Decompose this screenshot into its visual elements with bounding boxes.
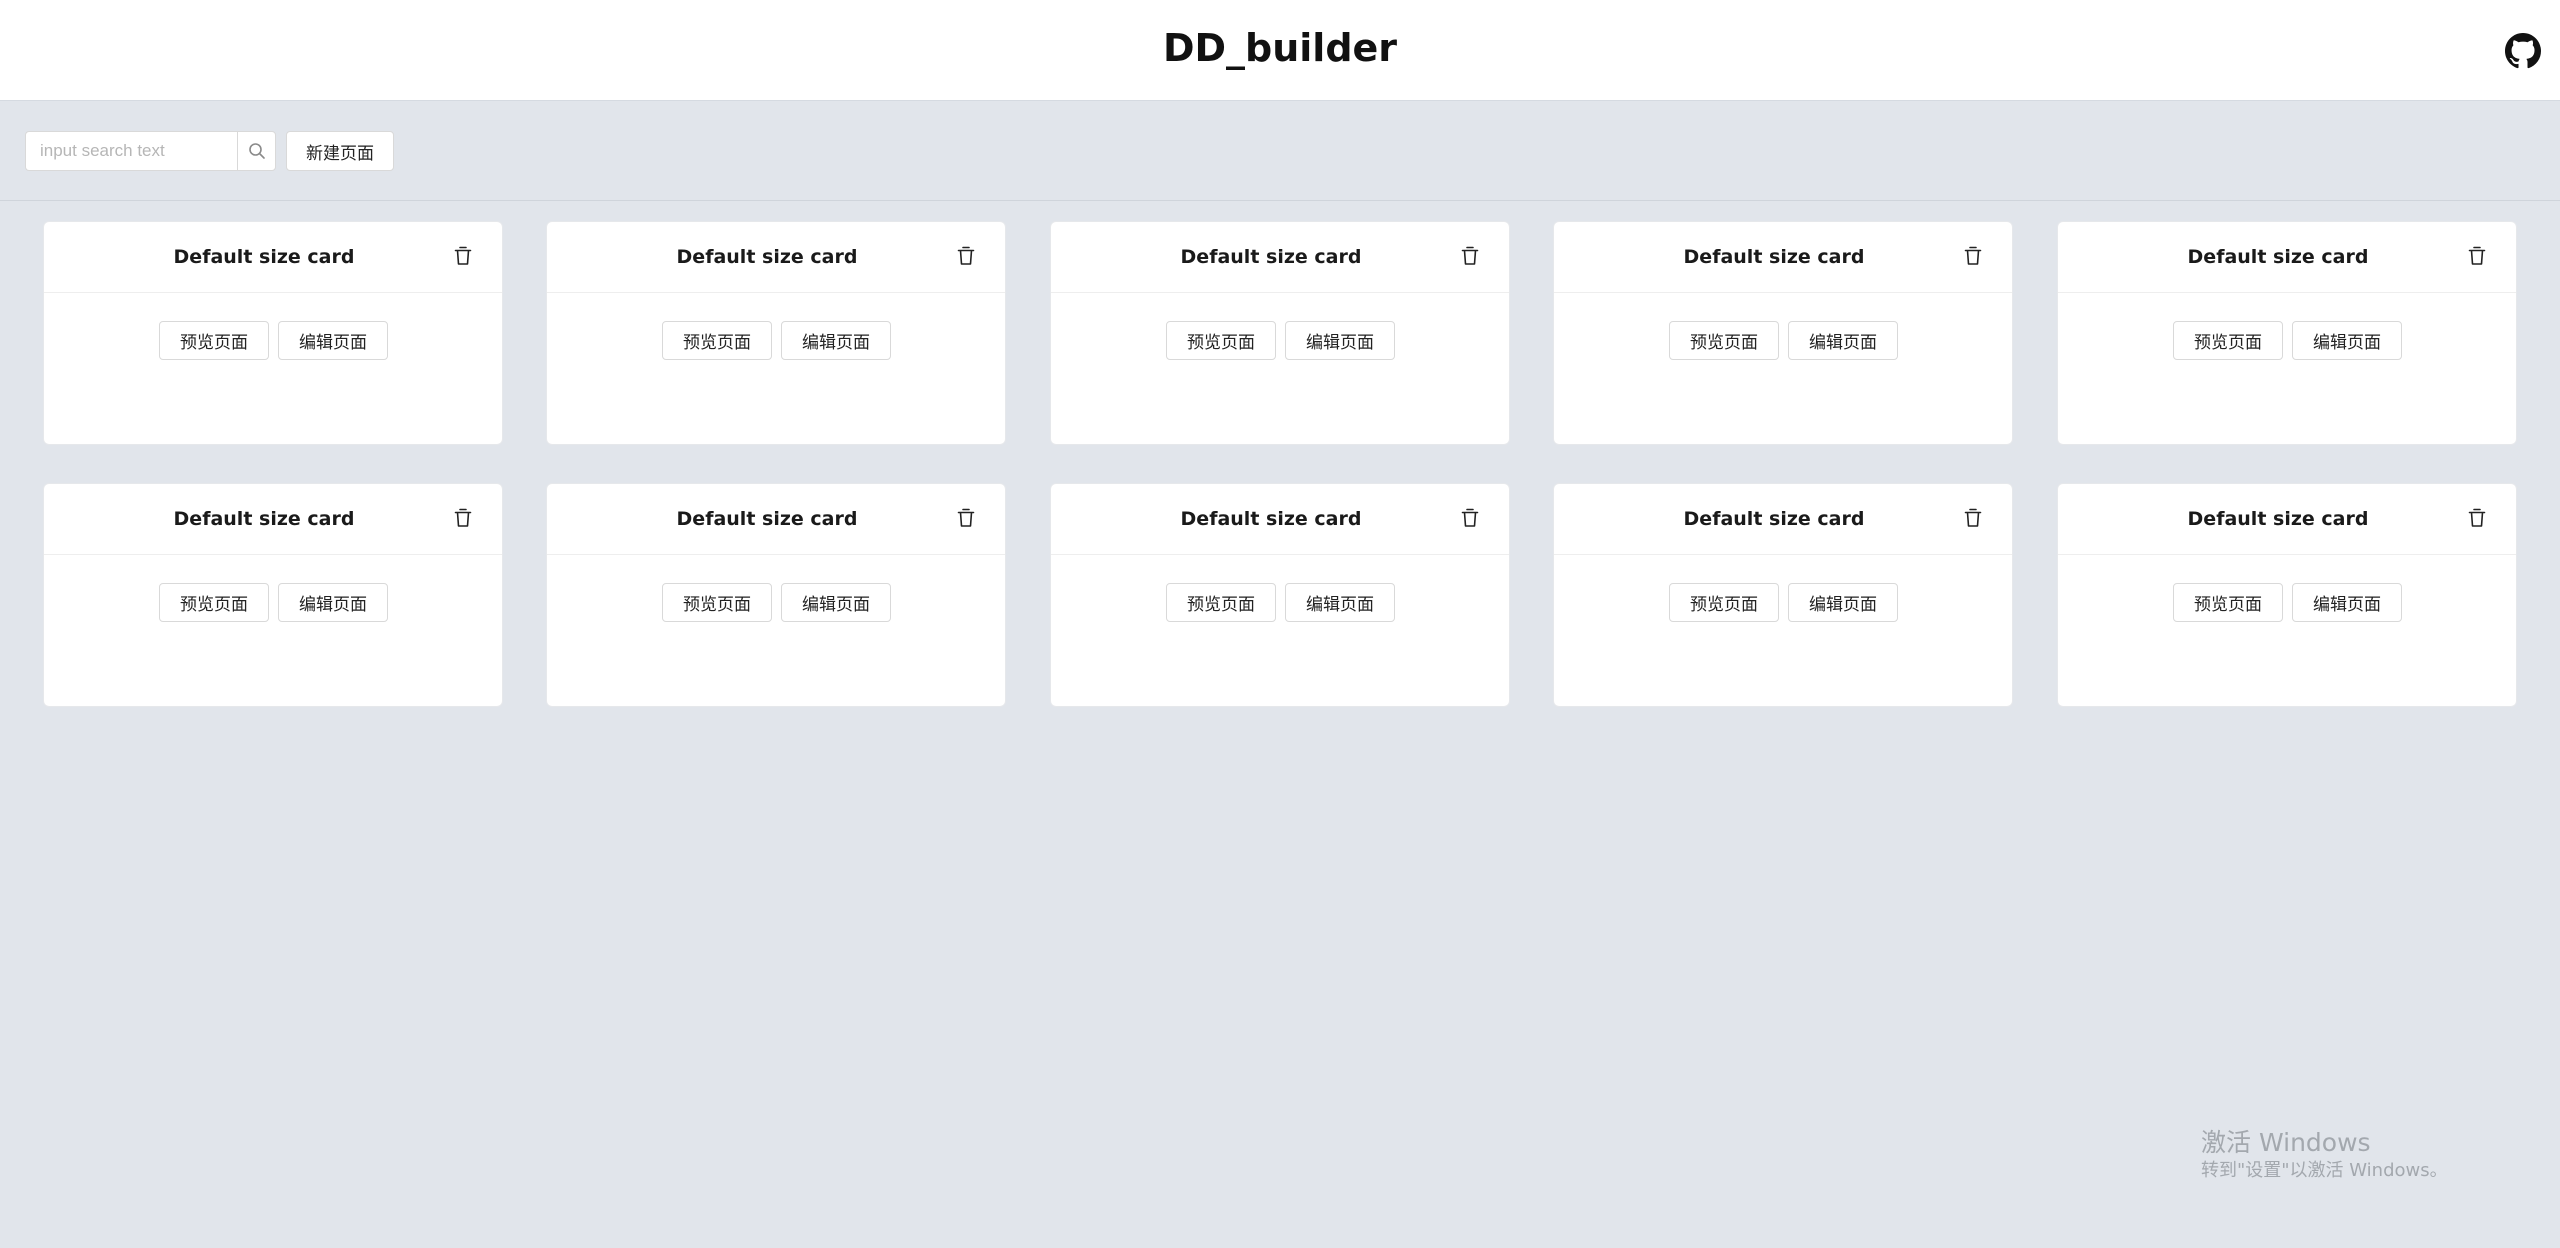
- card-header: Default size card: [44, 484, 502, 555]
- card-title: Default size card: [676, 508, 858, 530]
- edit-page-button[interactable]: 编辑页面: [1285, 321, 1395, 360]
- trash-icon[interactable]: [1461, 508, 1479, 528]
- card-header: Default size card: [44, 222, 502, 293]
- trash-icon[interactable]: [1964, 246, 1982, 266]
- page-card: Default size card 预览页面 编辑页面: [546, 221, 1006, 445]
- page-card: Default size card 预览页面 编辑页面: [2057, 483, 2517, 707]
- page-card: Default size card 预览页面 编辑页面: [1553, 221, 2013, 445]
- edit-page-button[interactable]: 编辑页面: [781, 583, 891, 622]
- card-header: Default size card: [1051, 222, 1509, 293]
- preview-page-button[interactable]: 预览页面: [662, 321, 772, 360]
- edit-page-button[interactable]: 编辑页面: [1788, 583, 1898, 622]
- card-title: Default size card: [676, 246, 858, 268]
- card-header: Default size card: [1554, 484, 2012, 555]
- github-icon[interactable]: [2505, 33, 2541, 69]
- search-box: [25, 131, 276, 171]
- edit-page-button[interactable]: 编辑页面: [278, 321, 388, 360]
- card-header: Default size card: [1554, 222, 2012, 293]
- page-card: Default size card 预览页面 编辑页面: [546, 483, 1006, 707]
- search-icon: [248, 143, 265, 159]
- preview-page-button[interactable]: 预览页面: [159, 321, 269, 360]
- edit-page-button[interactable]: 编辑页面: [1788, 321, 1898, 360]
- edit-page-button[interactable]: 编辑页面: [1285, 583, 1395, 622]
- card-header: Default size card: [2058, 222, 2516, 293]
- preview-page-button[interactable]: 预览页面: [1669, 321, 1779, 360]
- preview-page-button[interactable]: 预览页面: [2173, 583, 2283, 622]
- trash-icon[interactable]: [2468, 246, 2486, 266]
- trash-icon[interactable]: [1461, 246, 1479, 266]
- preview-page-button[interactable]: 预览页面: [1166, 583, 1276, 622]
- page-card: Default size card 预览页面 编辑页面: [1553, 483, 2013, 707]
- edit-page-button[interactable]: 编辑页面: [781, 321, 891, 360]
- page-card: Default size card 预览页面 编辑页面: [43, 221, 503, 445]
- preview-page-button[interactable]: 预览页面: [1166, 321, 1276, 360]
- watermark-line-2: 转到"设置"以激活 Windows。: [2201, 1160, 2448, 1181]
- new-page-button[interactable]: 新建页面: [286, 131, 394, 171]
- app-header: DD_builder: [0, 0, 2560, 101]
- page-card: Default size card 预览页面 编辑页面: [43, 483, 503, 707]
- card-title: Default size card: [173, 246, 355, 268]
- edit-page-button[interactable]: 编辑页面: [2292, 583, 2402, 622]
- card-title: Default size card: [173, 508, 355, 530]
- card-header: Default size card: [547, 222, 1005, 293]
- card-header: Default size card: [1051, 484, 1509, 555]
- card-title: Default size card: [2187, 508, 2369, 530]
- card-title: Default size card: [2187, 246, 2369, 268]
- page-card: Default size card 预览页面 编辑页面: [1050, 483, 1510, 707]
- card-title: Default size card: [1683, 508, 1865, 530]
- windows-activation-watermark: 激活 Windows 转到"设置"以激活 Windows。: [2201, 1127, 2448, 1183]
- search-input[interactable]: [25, 131, 237, 171]
- page-card: Default size card 预览页面 编辑页面: [1050, 221, 1510, 445]
- page-card: Default size card 预览页面 编辑页面: [2057, 221, 2517, 445]
- trash-icon[interactable]: [1964, 508, 1982, 528]
- preview-page-button[interactable]: 预览页面: [159, 583, 269, 622]
- edit-page-button[interactable]: 编辑页面: [2292, 321, 2402, 360]
- card-header: Default size card: [2058, 484, 2516, 555]
- card-title: Default size card: [1180, 246, 1362, 268]
- preview-page-button[interactable]: 预览页面: [2173, 321, 2283, 360]
- trash-icon[interactable]: [957, 508, 975, 528]
- preview-page-button[interactable]: 预览页面: [662, 583, 772, 622]
- trash-icon[interactable]: [454, 508, 472, 528]
- search-button[interactable]: [237, 131, 276, 171]
- edit-page-button[interactable]: 编辑页面: [278, 583, 388, 622]
- trash-icon[interactable]: [454, 246, 472, 266]
- card-title: Default size card: [1180, 508, 1362, 530]
- trash-icon[interactable]: [2468, 508, 2486, 528]
- watermark-line-1: 激活 Windows: [2201, 1128, 2371, 1157]
- trash-icon[interactable]: [957, 246, 975, 266]
- card-header: Default size card: [547, 484, 1005, 555]
- app-title: DD_builder: [1162, 26, 1398, 70]
- preview-page-button[interactable]: 预览页面: [1669, 583, 1779, 622]
- card-title: Default size card: [1683, 246, 1865, 268]
